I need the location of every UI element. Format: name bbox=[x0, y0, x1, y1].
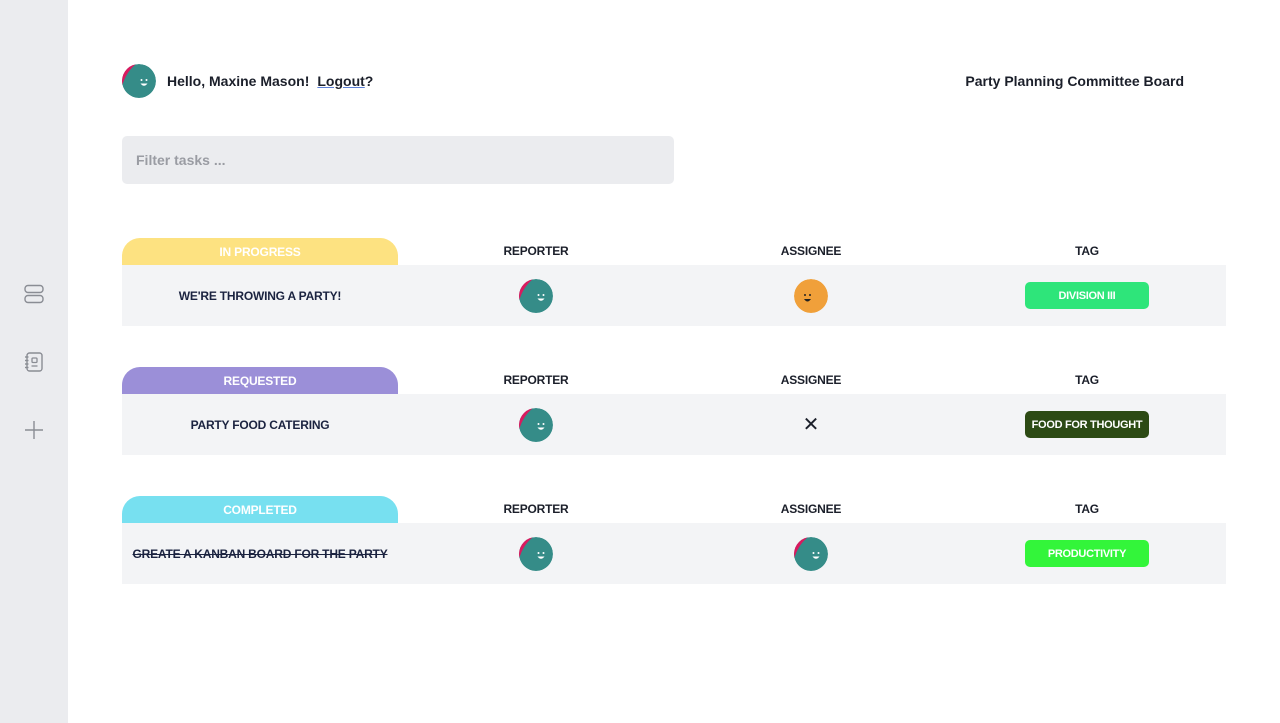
board-title: Party Planning Committee Board bbox=[965, 73, 1184, 89]
column-header-assignee: ASSIGNEE bbox=[780, 373, 842, 387]
logout-suffix: ? bbox=[364, 73, 374, 89]
user-avatar[interactable] bbox=[122, 64, 156, 98]
sidebar-item-boards[interactable] bbox=[22, 282, 46, 306]
sidebar-item-contacts[interactable] bbox=[22, 350, 46, 374]
column-header-reporter: REPORTER bbox=[503, 373, 569, 387]
smiley-face-icon bbox=[794, 536, 828, 571]
reporter-avatar[interactable] bbox=[519, 536, 553, 571]
logout-link[interactable]: Logout bbox=[317, 73, 364, 89]
task-row[interactable]: GREATE A KANBAN BOARD FOR THE PARTY PROD… bbox=[122, 523, 1226, 584]
smiley-face-icon bbox=[519, 536, 553, 571]
task-title: GREATE A KANBAN BOARD FOR THE PARTY bbox=[132, 546, 388, 561]
contacts-book-icon bbox=[25, 352, 43, 372]
column-header-reporter: REPORTER bbox=[503, 502, 569, 516]
sidebar bbox=[0, 0, 68, 723]
status-group-in-progress: IN PROGRESS REPORTER ASSIGNEE TAG WE'RE … bbox=[122, 238, 1226, 326]
sidebar-item-add[interactable] bbox=[22, 418, 46, 442]
column-header-tag: TAG bbox=[1075, 244, 1099, 258]
smiley-face-icon bbox=[794, 278, 828, 313]
tag-badge[interactable]: FOOD FOR THOUGHT bbox=[1025, 411, 1149, 438]
smiley-face-icon bbox=[122, 64, 156, 98]
status-tab[interactable]: REQUESTED bbox=[122, 367, 398, 394]
reporter-avatar[interactable] bbox=[519, 407, 553, 442]
smiley-face-icon bbox=[519, 407, 553, 442]
status-group-completed: COMPLETED REPORTER ASSIGNEE TAG GREATE A… bbox=[122, 496, 1226, 584]
tag-badge[interactable]: DIVISION III bbox=[1025, 282, 1149, 309]
status-group-requested: REQUESTED REPORTER ASSIGNEE TAG PARTY FO… bbox=[122, 367, 1226, 455]
column-header-tag: TAG bbox=[1075, 502, 1099, 516]
no-assignee-icon[interactable]: ✕ bbox=[803, 415, 820, 435]
status-tab[interactable]: IN PROGRESS bbox=[122, 238, 398, 265]
user-header: Hello, Maxine Mason! Logout? bbox=[122, 64, 373, 98]
task-row[interactable]: PARTY FOOD CATERING ✕ FOOD FOR THOUGHT bbox=[122, 394, 1226, 455]
smiley-face-icon bbox=[519, 278, 553, 313]
list-rows-icon bbox=[24, 284, 44, 304]
assignee-avatar[interactable] bbox=[794, 536, 828, 571]
greeting-text: Hello, Maxine Mason! bbox=[167, 73, 310, 89]
column-header-assignee: ASSIGNEE bbox=[780, 244, 842, 258]
tag-badge[interactable]: PRODUCTIVITY bbox=[1025, 540, 1149, 567]
reporter-avatar[interactable] bbox=[519, 278, 553, 313]
column-header-assignee: ASSIGNEE bbox=[780, 502, 842, 516]
task-title: PARTY FOOD CATERING bbox=[190, 417, 330, 432]
filter-tasks-input[interactable] bbox=[122, 136, 674, 184]
column-header-tag: TAG bbox=[1075, 373, 1099, 387]
task-title: WE'RE THROWING A PARTY! bbox=[178, 288, 342, 303]
task-row[interactable]: WE'RE THROWING A PARTY! DIVISION III bbox=[122, 265, 1226, 326]
plus-icon bbox=[25, 421, 43, 439]
status-tab[interactable]: COMPLETED bbox=[122, 496, 398, 523]
assignee-avatar[interactable] bbox=[794, 278, 828, 313]
column-header-reporter: REPORTER bbox=[503, 244, 569, 258]
